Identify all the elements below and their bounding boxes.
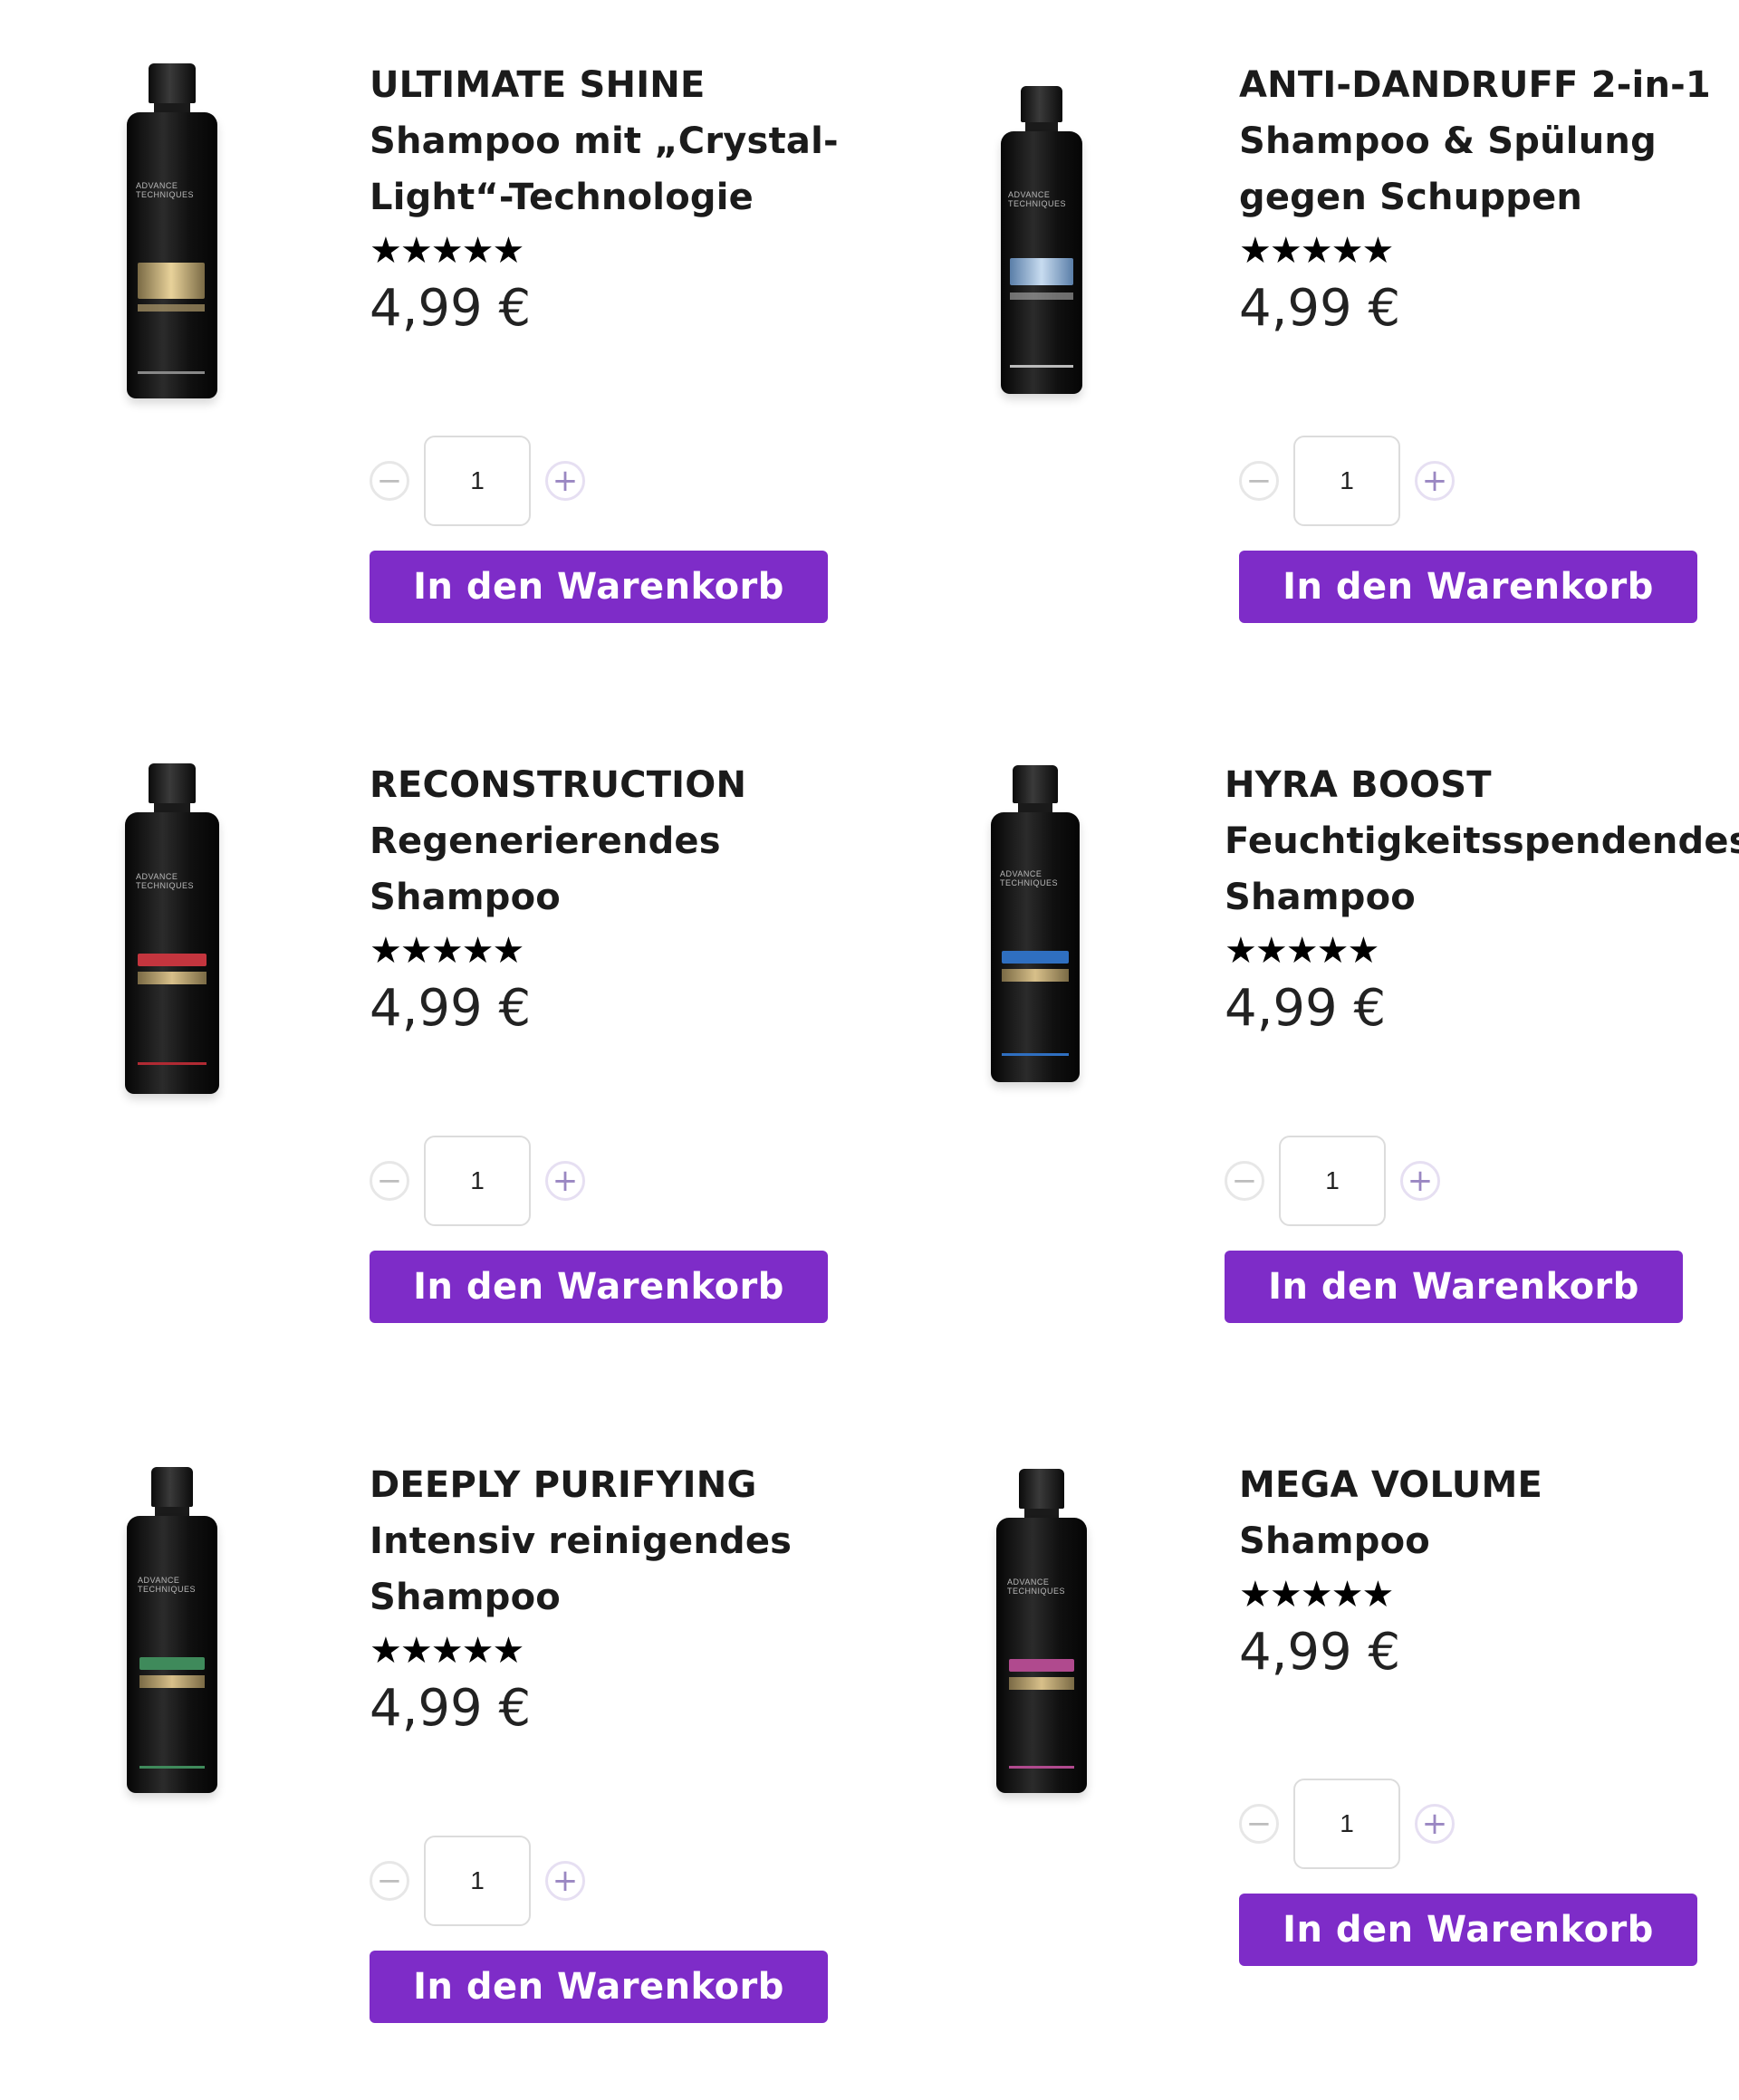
- rating-stars: ★★★★★: [370, 930, 524, 972]
- product-card-deeply-purifying: ADVANCE TECHNIQUES DEEPLY PURIFYING Inte…: [0, 1400, 870, 2100]
- rating-stars: ★★★★★: [1239, 230, 1394, 272]
- product-card-reconstruction: ADVANCE TECHNIQUES RECONSTRUCTION Regene…: [0, 700, 870, 1400]
- bottle-brand-text: ADVANCE TECHNIQUES: [138, 1576, 197, 1594]
- quantity-stepper: − +: [1239, 1779, 1455, 1869]
- minus-circle-icon[interactable]: −: [1239, 461, 1279, 501]
- bottle-brand-text: ADVANCE TECHNIQUES: [1007, 1577, 1066, 1596]
- add-to-cart-button[interactable]: In den Warenkorb: [1239, 551, 1697, 623]
- minus-circle-icon[interactable]: −: [1225, 1161, 1264, 1201]
- rating-stars: ★★★★★: [1225, 930, 1379, 972]
- product-card-mega-volume: ADVANCE TECHNIQUES MEGA VOLUME Shampoo ★…: [870, 1400, 1739, 2100]
- bottle-brand-text: ADVANCE TECHNIQUES: [136, 181, 195, 199]
- product-title-line[interactable]: ANTI-DANDRUFF 2-in-1: [1239, 57, 1711, 113]
- product-title-line[interactable]: Shampoo: [1225, 869, 1739, 925]
- quantity-input[interactable]: [424, 1836, 531, 1926]
- rating-stars: ★★★★★: [1239, 1574, 1394, 1616]
- product-title-line[interactable]: HYRA BOOST: [1225, 757, 1739, 813]
- product-title-line[interactable]: Regenerierendes: [370, 813, 746, 869]
- product-title-line[interactable]: gegen Schuppen: [1239, 169, 1711, 225]
- add-to-cart-button[interactable]: In den Warenkorb: [370, 1951, 828, 2023]
- bottle-brand-text: ADVANCE TECHNIQUES: [136, 872, 195, 890]
- product-price: 4,99 €: [370, 1679, 532, 1738]
- quantity-input[interactable]: [424, 436, 531, 526]
- product-image[interactable]: ADVANCE TECHNIQUES: [72, 763, 272, 1144]
- plus-circle-icon[interactable]: +: [1415, 461, 1455, 501]
- product-card-anti-dandruff: ADVANCE TECHNIQUES ANTI-DANDRUFF 2-in-1 …: [870, 0, 1739, 700]
- product-price: 4,99 €: [1239, 1623, 1401, 1682]
- plus-circle-icon[interactable]: +: [545, 1861, 585, 1901]
- minus-circle-icon[interactable]: −: [1239, 1804, 1279, 1844]
- product-image[interactable]: ADVANCE TECHNIQUES: [942, 86, 1141, 466]
- add-to-cart-button[interactable]: In den Warenkorb: [1239, 1894, 1697, 1966]
- plus-circle-icon[interactable]: +: [545, 1161, 585, 1201]
- product-title-line[interactable]: Shampoo: [370, 1569, 792, 1625]
- rating-stars: ★★★★★: [370, 1630, 524, 1672]
- bottle-brand-text: ADVANCE TECHNIQUES: [1000, 869, 1059, 887]
- quantity-input[interactable]: [424, 1136, 531, 1226]
- minus-circle-icon[interactable]: −: [370, 1161, 409, 1201]
- quantity-input[interactable]: [1293, 436, 1400, 526]
- add-to-cart-button[interactable]: In den Warenkorb: [370, 551, 828, 623]
- product-image[interactable]: ADVANCE TECHNIQUES: [72, 1467, 272, 1847]
- quantity-stepper: − +: [370, 1836, 585, 1926]
- product-image[interactable]: ADVANCE TECHNIQUES: [942, 1469, 1141, 1849]
- product-card-hyra-boost: ADVANCE TECHNIQUES HYRA BOOST Feuchtigke…: [870, 700, 1739, 1400]
- product-price: 4,99 €: [1225, 979, 1387, 1038]
- product-image[interactable]: ADVANCE TECHNIQUES: [936, 765, 1135, 1146]
- quantity-stepper: − +: [370, 436, 585, 526]
- quantity-input[interactable]: [1293, 1779, 1400, 1869]
- product-title-line[interactable]: Shampoo: [370, 869, 746, 925]
- product-price: 4,99 €: [370, 979, 532, 1038]
- product-title-line[interactable]: Shampoo mit „Crystal-: [370, 113, 839, 169]
- add-to-cart-button[interactable]: In den Warenkorb: [370, 1251, 828, 1323]
- plus-circle-icon[interactable]: +: [1400, 1161, 1440, 1201]
- quantity-input[interactable]: [1279, 1136, 1386, 1226]
- product-price: 4,99 €: [370, 279, 532, 338]
- product-card-ultimate-shine: ADVANCE TECHNIQUES ULTIMATE SHINE Shampo…: [0, 0, 870, 700]
- product-title-line[interactable]: ULTIMATE SHINE: [370, 57, 839, 113]
- product-title-line[interactable]: Light“-Technologie: [370, 169, 839, 225]
- bottle-brand-text: ADVANCE TECHNIQUES: [1008, 190, 1067, 208]
- product-title-line[interactable]: MEGA VOLUME: [1239, 1457, 1542, 1513]
- product-image[interactable]: ADVANCE TECHNIQUES: [72, 63, 272, 444]
- plus-circle-icon[interactable]: +: [545, 461, 585, 501]
- product-title-line[interactable]: Feuchtigkeitsspendendes: [1225, 813, 1739, 869]
- quantity-stepper: − +: [1225, 1136, 1440, 1226]
- plus-circle-icon[interactable]: +: [1415, 1804, 1455, 1844]
- product-title-line[interactable]: Shampoo & Spülung: [1239, 113, 1711, 169]
- product-title-line[interactable]: Shampoo: [1239, 1513, 1542, 1569]
- minus-circle-icon[interactable]: −: [370, 1861, 409, 1901]
- product-title-line[interactable]: DEEPLY PURIFYING: [370, 1457, 792, 1513]
- quantity-stepper: − +: [1239, 436, 1455, 526]
- product-title-line[interactable]: Intensiv reinigendes: [370, 1513, 792, 1569]
- minus-circle-icon[interactable]: −: [370, 461, 409, 501]
- quantity-stepper: − +: [370, 1136, 585, 1226]
- add-to-cart-button[interactable]: In den Warenkorb: [1225, 1251, 1683, 1323]
- rating-stars: ★★★★★: [370, 230, 524, 272]
- product-price: 4,99 €: [1239, 279, 1401, 338]
- product-title-line[interactable]: RECONSTRUCTION: [370, 757, 746, 813]
